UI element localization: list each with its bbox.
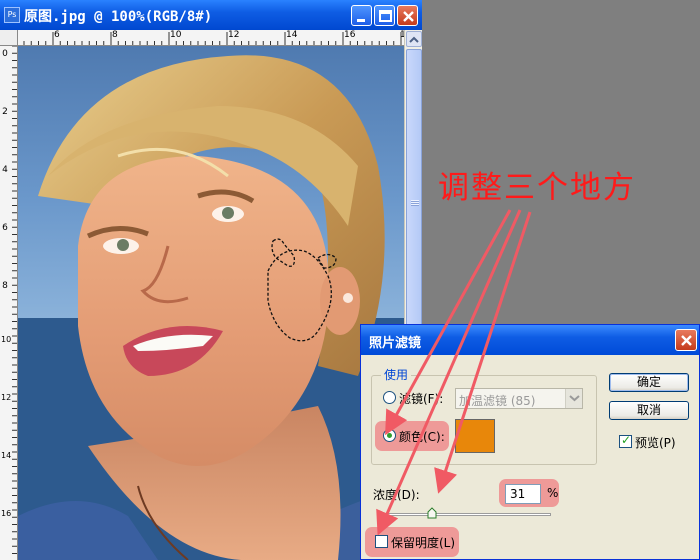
close-icon — [403, 11, 414, 22]
ruler-label: 16 — [344, 30, 356, 40]
percent-label: % — [547, 486, 559, 500]
photoshop-icon: Ps — [4, 7, 20, 23]
slider-thumb-icon[interactable] — [427, 507, 437, 519]
chevron-up-icon — [409, 36, 419, 43]
scroll-up-button[interactable] — [406, 31, 422, 47]
annotation-text: 调整三个地方 — [438, 170, 636, 206]
horizontal-ruler[interactable]: 6 8 10 12 14 16 18 — [18, 30, 404, 46]
ruler-label: 14 — [286, 30, 298, 40]
photo-filter-dialog: 照片滤镜 使用 滤镜(F): 加温滤镜 (85) 颜色(C): 浓度(D): 3… — [360, 324, 700, 560]
color-radio[interactable] — [383, 429, 396, 442]
portrait-photo — [18, 55, 404, 560]
minimize-icon — [357, 19, 365, 22]
photo-canvas[interactable] — [18, 46, 404, 560]
preview-label: 预览(P) — [635, 436, 676, 450]
filter-label: 滤镜(F): — [399, 392, 444, 406]
ruler-label: 10 — [170, 30, 182, 40]
dialog-title: 照片滤镜 — [369, 336, 422, 351]
dropdown-button[interactable] — [565, 389, 582, 408]
ruler-label: 6 — [54, 30, 60, 40]
close-icon — [681, 335, 692, 346]
vertical-ruler[interactable]: 0 2 4 6 8 10 12 14 16 — [0, 46, 18, 560]
ok-button[interactable]: 确定 — [609, 373, 689, 392]
ruler-label: 12 — [228, 30, 240, 40]
ruler-label: 2 — [2, 107, 8, 117]
color-label: 颜色(C): — [399, 430, 445, 444]
ruler-label: 8 — [2, 281, 8, 291]
maximize-button[interactable] — [374, 5, 395, 26]
density-input[interactable]: 31 — [505, 484, 541, 504]
chevron-down-icon — [569, 395, 580, 402]
use-group-label: 使用 — [381, 366, 412, 383]
document-titlebar[interactable]: Ps 原图.jpg @ 100%(RGB/8#) — [0, 0, 422, 30]
filter-select-value: 加温滤镜 (85) — [459, 394, 536, 408]
ruler-label: 12 — [1, 393, 12, 402]
document-title: 原图.jpg @ 100%(RGB/8#) — [24, 9, 213, 25]
ruler-corner — [0, 30, 18, 46]
scroll-thumb[interactable] — [406, 49, 422, 339]
density-label: 浓度(D): — [373, 488, 420, 502]
ruler-label: 10 — [1, 335, 12, 344]
color-swatch[interactable] — [455, 419, 495, 453]
preserve-luminosity-label: 保留明度(L) — [391, 536, 456, 550]
cancel-button[interactable]: 取消 — [609, 401, 689, 420]
ruler-ticks — [12, 46, 17, 554]
ruler-label: 8 — [112, 30, 118, 40]
ruler-label: 4 — [2, 165, 8, 175]
preserve-luminosity-checkbox[interactable] — [375, 535, 388, 548]
preview-checkbox[interactable] — [619, 433, 632, 448]
dialog-titlebar[interactable]: 照片滤镜 — [361, 325, 699, 355]
dialog-close-button[interactable] — [675, 329, 697, 351]
minimize-button[interactable] — [351, 5, 372, 26]
density-slider[interactable] — [381, 513, 551, 516]
filter-select[interactable]: 加温滤镜 (85) — [455, 388, 583, 409]
scroll-grip-icon — [411, 200, 419, 206]
ruler-label: 0 — [2, 49, 8, 59]
ruler-label: 6 — [2, 223, 8, 233]
maximize-icon — [379, 10, 392, 22]
filter-radio[interactable] — [383, 391, 396, 404]
document-window: Ps 原图.jpg @ 100%(RGB/8#) 6 8 10 12 14 16… — [0, 0, 422, 560]
ruler-label: 14 — [1, 451, 12, 460]
ruler-label: 16 — [1, 509, 12, 518]
close-button[interactable] — [397, 5, 418, 26]
